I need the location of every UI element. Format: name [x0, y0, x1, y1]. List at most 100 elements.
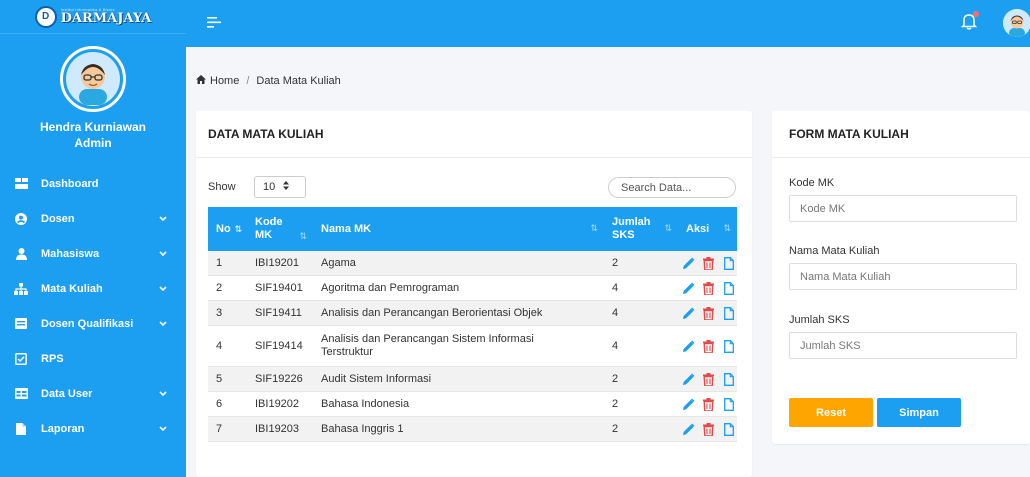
table-row: 4 SIF19414 Analisis dan Perancangan Sistem…: [208, 326, 737, 367]
select-arrows-icon: [283, 181, 290, 193]
cell-sks: 4: [612, 339, 619, 352]
user-avatar[interactable]: [1003, 9, 1030, 37]
cell-nama: Bahasa Inggris 1: [321, 422, 404, 435]
column-header-aksi[interactable]: Aksi ⇅: [678, 207, 737, 251]
cell-kode: IBI19202: [255, 397, 300, 410]
cell-aksi: [678, 276, 737, 300]
cell-aksi: [678, 251, 737, 275]
delete-trash-icon[interactable]: [702, 256, 715, 270]
detail-document-icon[interactable]: [722, 397, 735, 411]
card-title: FORM MATA KULIAH: [789, 127, 909, 141]
sidebar-item-dosen[interactable]: Dosen: [0, 201, 186, 236]
detail-document-icon[interactable]: [722, 281, 735, 295]
detail-document-icon[interactable]: [722, 422, 735, 436]
table-row: 7 IBI19203 Bahasa Inggris 1 2: [208, 417, 737, 442]
chevron-down-icon: [158, 320, 168, 327]
edit-pencil-icon[interactable]: [682, 340, 695, 353]
nama-mata-kuliah-input[interactable]: [789, 263, 1017, 290]
kode-mk-input[interactable]: [789, 195, 1017, 222]
edit-pencil-icon[interactable]: [682, 423, 695, 436]
cell-aksi: [678, 417, 737, 441]
chevron-down-icon: [158, 285, 168, 292]
dashboard-icon: [12, 177, 30, 191]
column-header-sks[interactable]: Jumlah SKS ⇅: [604, 207, 678, 251]
edit-pencil-icon[interactable]: [682, 282, 695, 295]
sidebar-item-laporan[interactable]: Laporan: [0, 411, 186, 446]
delete-trash-icon[interactable]: [702, 281, 715, 295]
table-header: No ⇅ Kode MK ⇅ Nama MK ⇅ Jumlah SKS ⇅ Aksi ⇅: [208, 207, 737, 251]
show-label: Show: [208, 181, 236, 193]
jumlah-sks-input[interactable]: [789, 332, 1017, 359]
delete-trash-icon[interactable]: [702, 397, 715, 411]
sidebar-item-dashboard[interactable]: Dashboard: [0, 166, 186, 201]
column-header-kode[interactable]: Kode MK ⇅: [247, 207, 313, 251]
data-mata-kuliah-card: DATA MATA KULIAH Show 10 No⇅ Kode MK⇅ Na…: [196, 111, 752, 477]
page-size-select[interactable]: 10: [254, 176, 306, 198]
cell-aksi: [678, 367, 737, 391]
reset-button[interactable]: Reset: [789, 398, 873, 427]
edit-pencil-icon[interactable]: [682, 373, 695, 386]
table-row: 5 SIF19226 Audit Sistem Informasi 2: [208, 367, 737, 392]
divider: [772, 157, 1030, 158]
profile-avatar: [60, 46, 126, 112]
sidebar-item-mahasiswa[interactable]: Mahasiswa: [0, 236, 186, 271]
cell-sks: 2: [612, 422, 619, 435]
sitemap-icon: [12, 282, 30, 296]
cell-no: 5: [216, 372, 223, 385]
table-row: 3 SIF19411 Analisis dan Perancangan Berori…: [208, 301, 737, 326]
breadcrumb-current: Data Mata Kuliah: [256, 75, 341, 87]
detail-document-icon[interactable]: [722, 306, 735, 320]
checkbox-icon: [12, 352, 30, 366]
table-body: 1 IBI19201 Agama 2 2 SIF19401 Agoritma dan Pem…: [208, 251, 737, 442]
table-row: 6 IBI19202 Bahasa Indonesia 2: [208, 392, 737, 417]
detail-document-icon[interactable]: [722, 372, 735, 386]
card-title: DATA MATA KULIAH: [208, 127, 324, 141]
delete-trash-icon[interactable]: [702, 306, 715, 320]
top-navbar: [186, 0, 1030, 47]
delete-trash-icon[interactable]: [702, 372, 715, 386]
table-row: 1 IBI19201 Agama 2: [208, 251, 737, 276]
chevron-down-icon: [158, 425, 168, 432]
column-header-no[interactable]: No ⇅: [208, 207, 247, 251]
sidebar-item-dosen-qualifikasi[interactable]: Dosen Qualifikasi: [0, 306, 186, 341]
cell-no: 4: [216, 339, 223, 352]
sort-icon: ⇅: [299, 231, 307, 241]
brand-logo[interactable]: D Institut Informatika & Bisnis DARMAJAY…: [0, 0, 186, 34]
cell-sks: 2: [612, 372, 619, 385]
sidebar-menu: Dashboard Dosen Mahasiswa Mata Kuliah Do…: [0, 166, 186, 446]
cell-aksi: [678, 392, 737, 416]
delete-trash-icon[interactable]: [702, 339, 715, 353]
edit-pencil-icon[interactable]: [682, 307, 695, 320]
cell-kode: SIF19414: [255, 339, 303, 352]
user-icon: [12, 247, 30, 261]
detail-document-icon[interactable]: [722, 256, 735, 270]
home-icon: [196, 75, 206, 87]
column-header-nama[interactable]: Nama MK ⇅: [313, 207, 604, 251]
nama-mata-kuliah-label: Nama Mata Kuliah: [789, 245, 880, 257]
cell-sks: 2: [612, 397, 619, 410]
table-icon: [12, 387, 30, 401]
cell-nama: Agama: [321, 256, 356, 269]
chevron-down-icon: [158, 215, 168, 222]
page-size-value: 10: [263, 181, 276, 193]
cell-no: 6: [216, 397, 223, 410]
search-input[interactable]: [608, 177, 736, 198]
brand-name: DARMAJAYA: [60, 11, 152, 26]
edit-pencil-icon[interactable]: [682, 257, 695, 270]
sort-icon: ⇅: [234, 223, 243, 234]
sidebar-item-mata-kuliah[interactable]: Mata Kuliah: [0, 271, 186, 306]
edit-pencil-icon[interactable]: [682, 398, 695, 411]
cell-kode: IBI19203: [255, 422, 300, 435]
sidebar-item-data-user[interactable]: Data User: [0, 376, 186, 411]
profile-name: Hendra Kurniawan: [39, 120, 147, 134]
detail-document-icon[interactable]: [722, 339, 735, 353]
cell-nama: Bahasa Indonesia: [321, 397, 410, 410]
cell-sks: 2: [612, 256, 619, 269]
sort-icon: ⇅: [664, 223, 672, 233]
profile-role: Admin: [74, 136, 112, 150]
menu-toggle-icon[interactable]: [207, 16, 221, 30]
sidebar-item-rps[interactable]: RPS: [0, 341, 186, 376]
simpan-button[interactable]: Simpan: [877, 398, 961, 427]
delete-trash-icon[interactable]: [702, 422, 715, 436]
breadcrumb-home-link[interactable]: Home: [210, 75, 239, 87]
